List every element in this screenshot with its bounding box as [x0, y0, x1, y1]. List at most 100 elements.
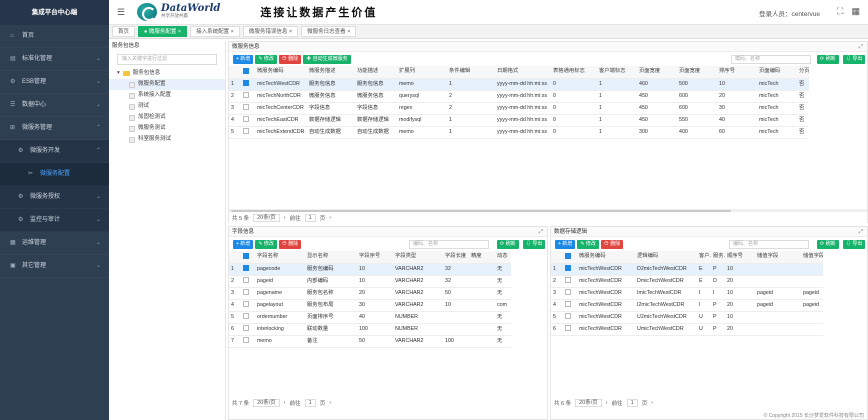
table-cell[interactable]	[241, 287, 255, 300]
table-row[interactable]: 5 micTechWestCDR U2micTechWestCDR U P 10	[551, 311, 823, 324]
table-cell[interactable]	[241, 90, 255, 103]
edit-button[interactable]: ✎ 修改	[255, 54, 277, 64]
table-row[interactable]: 4 micTechEastCDR 数据存储逻辑 数据存储逻辑 modifysql 1 yyy…	[229, 114, 809, 127]
tab-microservice-config[interactable]: ● 微服务配置 ×	[138, 26, 188, 37]
menu-toggle-icon[interactable]: ☰	[117, 7, 129, 18]
column-header[interactable]	[241, 251, 255, 264]
table-cell[interactable]	[563, 299, 577, 312]
row-checkbox[interactable]	[565, 325, 571, 332]
tree-node[interactable]: 微服务测试	[109, 123, 225, 134]
next-page-icon[interactable]: ›	[651, 400, 653, 406]
table-row[interactable]: 5 micTechExtendCDR 自动生成数据 自动生成数据 memo 1 yyyy-m…	[229, 126, 809, 139]
table-row[interactable]: 2 pageid 内部编码 10 VARCHAR2 32 无	[229, 275, 511, 288]
prev-page-icon[interactable]: ‹	[284, 215, 286, 221]
column-header[interactable]	[241, 66, 255, 79]
table-row[interactable]: 3 micTechWestCDR ImicTechWestCDR I I 10 pageid…	[551, 287, 823, 300]
table-cell[interactable]	[241, 323, 255, 336]
table-cell[interactable]	[241, 275, 255, 288]
row-checkbox[interactable]	[243, 289, 249, 296]
next-page-icon[interactable]: ›	[329, 215, 331, 221]
table-row[interactable]: 2 micTechNorthCDR 微服务信息 微服务信息 querysql 2 yyyy-…	[229, 90, 809, 103]
column-header[interactable]	[563, 251, 577, 264]
fullscreen-icon[interactable]: ⛶	[837, 6, 843, 17]
prev-page-icon[interactable]: ‹	[606, 400, 608, 406]
row-checkbox[interactable]	[565, 313, 571, 320]
nav-dev[interactable]: ⚙ 微服务开发 ⌃	[0, 140, 109, 163]
table-cell[interactable]	[563, 263, 577, 276]
page-number-input[interactable]: 1	[304, 214, 316, 222]
expand-icon[interactable]: ⤢	[859, 227, 863, 237]
tab-system-access[interactable]: 接入系统配置 ×	[190, 26, 240, 37]
table-cell[interactable]	[241, 335, 255, 348]
page-number-input[interactable]: 1	[304, 399, 316, 407]
table-row[interactable]: 1 micTechWestCDR D2micTechWestCDR E P 10	[551, 263, 823, 276]
tree-node[interactable]: 测试	[109, 101, 225, 112]
refresh-button[interactable]: ⟳ 刷新	[817, 54, 839, 64]
search-input[interactable]: 编码、名称	[729, 239, 809, 249]
table-row[interactable]: 4 pagelayout 服务包布局 30 VARCHAR2 10 com	[229, 299, 511, 312]
select-all-checkbox[interactable]	[243, 252, 249, 259]
select-all-checkbox[interactable]	[243, 67, 249, 74]
table-cell[interactable]	[241, 78, 255, 91]
row-checkbox[interactable]	[565, 289, 571, 296]
table-cell[interactable]	[241, 114, 255, 127]
add-button[interactable]: + 新增	[555, 239, 576, 249]
search-input[interactable]: 编码、名称	[409, 239, 489, 249]
nav-ops[interactable]: ▦ 运维管理 ⌄	[0, 232, 109, 255]
tree-node[interactable]: 科室服务测试	[109, 134, 225, 145]
add-button[interactable]: + 新增	[233, 54, 254, 64]
table-row[interactable]: 7 memo 备注 50 VARCHAR2 100 无	[229, 335, 511, 348]
table-cell[interactable]	[241, 102, 255, 115]
nav-microservice[interactable]: ⊞ 微服务管理 ⌃	[0, 117, 109, 140]
table-row[interactable]: 3 pagename 服务包名称 20 VARCHAR2 50 无	[229, 287, 511, 300]
edit-button[interactable]: ✎ 修改	[255, 239, 277, 249]
delete-button[interactable]: ⊖ 删除	[278, 239, 302, 249]
row-checkbox[interactable]	[243, 325, 249, 332]
row-checkbox[interactable]	[565, 265, 571, 272]
table-cell[interactable]	[241, 126, 255, 139]
table-cell[interactable]	[241, 299, 255, 312]
export-button[interactable]: ⇩ 导出	[523, 239, 546, 249]
table-cell[interactable]	[563, 311, 577, 324]
tab-log-view[interactable]: 微服务日志查看 ×	[301, 26, 357, 37]
row-checkbox[interactable]	[565, 301, 571, 308]
table-row[interactable]: 4 micTechWestCDR I2micTechWestCDR I P 20 pagei…	[551, 299, 823, 312]
nav-monitor[interactable]: ⚙ 监控与审计 ⌄	[0, 209, 109, 232]
nav-home[interactable]: ⌂ 首页	[0, 25, 109, 48]
nav-other[interactable]: ▣ 其它管理 ⌄	[0, 255, 109, 278]
row-checkbox[interactable]	[565, 277, 571, 284]
edit-button[interactable]: ✎ 修改	[577, 239, 599, 249]
table-cell[interactable]	[563, 287, 577, 300]
add-button[interactable]: + 新增	[233, 239, 254, 249]
select-all-checkbox[interactable]	[565, 252, 571, 259]
row-checkbox[interactable]	[243, 277, 249, 284]
nav-auth[interactable]: ⚙ 微服务授权 ⌄	[0, 186, 109, 209]
table-cell[interactable]	[241, 263, 255, 276]
row-checkbox[interactable]	[243, 128, 249, 135]
table-cell[interactable]	[241, 311, 255, 324]
next-page-icon[interactable]: ›	[329, 400, 331, 406]
page-size-select[interactable]: 20条/页	[253, 399, 280, 407]
refresh-button[interactable]: ⟳ 刷新	[817, 239, 839, 249]
table-cell[interactable]	[563, 323, 577, 336]
tree-root[interactable]: ▾ 服务包信息	[109, 68, 225, 79]
row-checkbox[interactable]	[243, 116, 249, 123]
delete-button[interactable]: ⊖ 删除	[600, 239, 624, 249]
table-row[interactable]: 6 micTechWestCDR UmicTechWestCDR U P 20	[551, 323, 823, 336]
tab-error-info[interactable]: 微服务错误信息 ×	[242, 26, 299, 37]
row-checkbox[interactable]	[243, 313, 249, 320]
page-size-select[interactable]: 20条/页	[575, 399, 602, 407]
table-row[interactable]: 3 micTechCenterCDR 字段信息 字段信息 regex 2 yyyy-mm-d…	[229, 102, 809, 115]
nav-config[interactable]: ✂ 微服务配置	[0, 163, 109, 186]
row-checkbox[interactable]	[243, 337, 249, 344]
tab-home[interactable]: 首页	[112, 26, 136, 37]
tree-filter-input[interactable]: 输入关键字进行过滤	[117, 54, 217, 65]
row-checkbox[interactable]	[243, 301, 249, 308]
row-checkbox[interactable]	[243, 92, 249, 99]
table-row[interactable]: 2 micTechWestCDR DmicTechWestCDR E D 20	[551, 275, 823, 288]
export-button[interactable]: ⇩ 导出	[843, 239, 866, 249]
tree-node[interactable]: 系统接入配置	[109, 90, 225, 101]
table-row[interactable]: 1 pagecode 服务包编码 10 VARCHAR2 32 无	[229, 263, 511, 276]
table-row[interactable]: 1 micTechWestCDR 服务包信息 服务包信息 memo 1 yyyy-mm-dd…	[229, 78, 809, 91]
nav-data[interactable]: ☰ 数据中心 ⌄	[0, 94, 109, 117]
